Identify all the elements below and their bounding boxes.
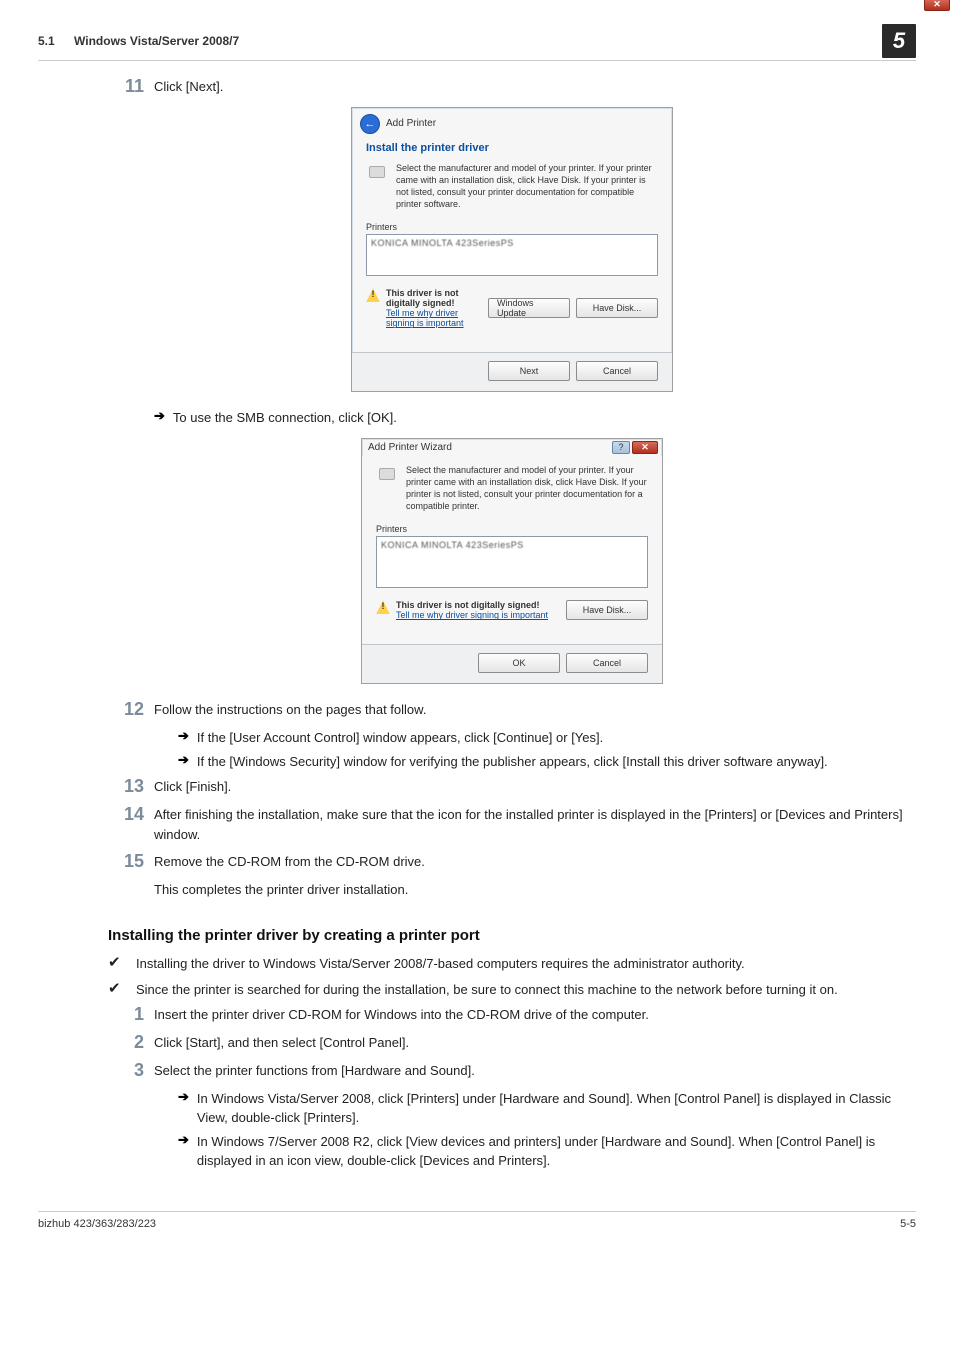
printers-label: Printers <box>366 222 658 232</box>
warning-icon <box>366 288 380 302</box>
arrow-icon: ➔ <box>178 752 189 768</box>
new-step-2: 2 Click [Start], and then select [Contro… <box>108 1033 916 1053</box>
printers-label: Printers <box>376 524 648 534</box>
step-text: Click [Finish]. <box>154 777 916 797</box>
add-printer-dialog: ✕ ← Add Printer Install the printer driv… <box>351 107 673 393</box>
page-footer: bizhub 423/363/283/223 5-5 <box>38 1211 916 1230</box>
step-text: Insert the printer driver CD-ROM for Win… <box>154 1005 916 1025</box>
step-14: 14 After finishing the installation, mak… <box>108 805 916 844</box>
step-text: After finishing the installation, make s… <box>154 805 916 844</box>
step12-sub2: ➔ If the [Windows Security] window for v… <box>178 752 916 772</box>
page-header: 5.1 Windows Vista/Server 2008/7 5 <box>38 24 916 61</box>
arrow-icon: ➔ <box>178 1132 189 1148</box>
step-text: Select the printer functions from [Hardw… <box>154 1061 916 1081</box>
arrow-icon: ➔ <box>154 408 165 424</box>
dialog-message: Select the manufacturer and model of you… <box>396 162 658 211</box>
add-printer-wizard-dialog: Add Printer Wizard ? ✕ Select the manufa… <box>361 438 663 685</box>
step-number: 13 <box>108 777 154 797</box>
step-number: 15 <box>108 852 154 872</box>
printers-listbox[interactable]: KONICA MINOLTA 423SeriesPS <box>366 234 658 276</box>
have-disk-button[interactable]: Have Disk... <box>576 298 658 318</box>
dialog2-message: Select the manufacturer and model of you… <box>406 464 648 513</box>
arrow-icon: ➔ <box>178 728 189 744</box>
printer-icon <box>376 464 398 482</box>
dialog2-wrap: Add Printer Wizard ? ✕ Select the manufa… <box>108 438 916 685</box>
chapter-number: 5 <box>893 28 905 54</box>
header-left: 5.1 Windows Vista/Server 2008/7 <box>38 34 239 48</box>
check-icon: ✔ <box>108 980 136 998</box>
have-disk-button[interactable]: Have Disk... <box>566 600 648 620</box>
step-text: Click [Start], and then select [Control … <box>154 1033 916 1053</box>
back-icon[interactable]: ← <box>360 114 380 134</box>
sub-text: In Windows Vista/Server 2008, click [Pri… <box>197 1089 916 1128</box>
warning-icon <box>376 600 390 614</box>
step15-after: This completes the printer driver instal… <box>154 880 916 900</box>
help-icon[interactable]: ? <box>612 441 630 454</box>
subsection-heading: Installing the printer driver by creatin… <box>108 927 916 944</box>
step-number: 12 <box>108 700 154 720</box>
prereq-text: Since the printer is searched for during… <box>136 980 916 1000</box>
footer-left: bizhub 423/363/283/223 <box>38 1218 156 1230</box>
step-12: 12 Follow the instructions on the pages … <box>108 700 916 720</box>
step-number: 1 <box>108 1005 154 1025</box>
section-number: 5.1 <box>38 34 55 48</box>
dialog2-title: Add Printer Wizard <box>368 442 452 453</box>
dialog-title: Add Printer <box>386 118 436 129</box>
new-step-3: 3 Select the printer functions from [Har… <box>108 1061 916 1081</box>
chapter-badge: 5 <box>882 24 916 58</box>
ok-button[interactable]: OK <box>478 653 560 673</box>
sub-text: If the [Windows Security] window for ver… <box>197 752 916 772</box>
prereq-text: Installing the driver to Windows Vista/S… <box>136 954 916 974</box>
prereq-1: ✔ Installing the driver to Windows Vista… <box>108 954 916 974</box>
step-text: Follow the instructions on the pages tha… <box>154 700 916 720</box>
sub-text: In Windows 7/Server 2008 R2, click [View… <box>197 1132 916 1171</box>
printer-icon <box>366 162 388 180</box>
new-step3-sub2: ➔ In Windows 7/Server 2008 R2, click [Vi… <box>178 1132 916 1171</box>
new-step-1: 1 Insert the printer driver CD-ROM for W… <box>108 1005 916 1025</box>
close-icon[interactable]: ✕ <box>924 0 950 11</box>
warn-bold: This driver is not digitally signed! <box>396 600 548 610</box>
step-number: 11 <box>108 77 154 97</box>
prereq-2: ✔ Since the printer is searched for duri… <box>108 980 916 1000</box>
arrow-icon: ➔ <box>178 1089 189 1105</box>
section-title: Windows Vista/Server 2008/7 <box>74 34 239 48</box>
step-11: 11 Click [Next]. <box>108 77 916 97</box>
cancel-button[interactable]: Cancel <box>566 653 648 673</box>
list-item[interactable]: KONICA MINOLTA 423SeriesPS <box>371 238 653 248</box>
step-number: 2 <box>108 1033 154 1053</box>
step-15: 15 Remove the CD-ROM from the CD-ROM dri… <box>108 852 916 872</box>
sub-text: If the [User Account Control] window app… <box>197 728 916 748</box>
warn-link[interactable]: Tell me why driver signing is important <box>396 610 548 620</box>
dialog1-wrap: ✕ ← Add Printer Install the printer driv… <box>108 107 916 393</box>
windows-update-button[interactable]: Windows Update <box>488 298 570 318</box>
cancel-button[interactable]: Cancel <box>576 361 658 381</box>
step-text: Click [Next]. <box>154 77 916 97</box>
step-number: 3 <box>108 1061 154 1081</box>
printers-listbox[interactable]: KONICA MINOLTA 423SeriesPS <box>376 536 648 588</box>
close-icon[interactable]: ✕ <box>632 441 658 454</box>
page-body: 11 Click [Next]. ✕ ← Add Printer Install… <box>38 77 916 1171</box>
note-text: To use the SMB connection, click [OK]. <box>173 408 916 428</box>
note-use-smb: ➔ To use the SMB connection, click [OK]. <box>154 408 916 428</box>
list-item[interactable]: KONICA MINOLTA 423SeriesPS <box>381 540 643 550</box>
next-button[interactable]: Next <box>488 361 570 381</box>
step-text: Remove the CD-ROM from the CD-ROM drive. <box>154 852 916 872</box>
warn-link[interactable]: Tell me why driver signing is important <box>386 308 488 328</box>
step-13: 13 Click [Finish]. <box>108 777 916 797</box>
dialog-heading: Install the printer driver <box>366 142 658 154</box>
step12-sub1: ➔ If the [User Account Control] window a… <box>178 728 916 748</box>
footer-right: 5-5 <box>900 1218 916 1230</box>
warn-bold: This driver is not digitally signed! <box>386 288 488 308</box>
step-number: 14 <box>108 805 154 844</box>
new-step3-sub1: ➔ In Windows Vista/Server 2008, click [P… <box>178 1089 916 1128</box>
check-icon: ✔ <box>108 954 136 972</box>
